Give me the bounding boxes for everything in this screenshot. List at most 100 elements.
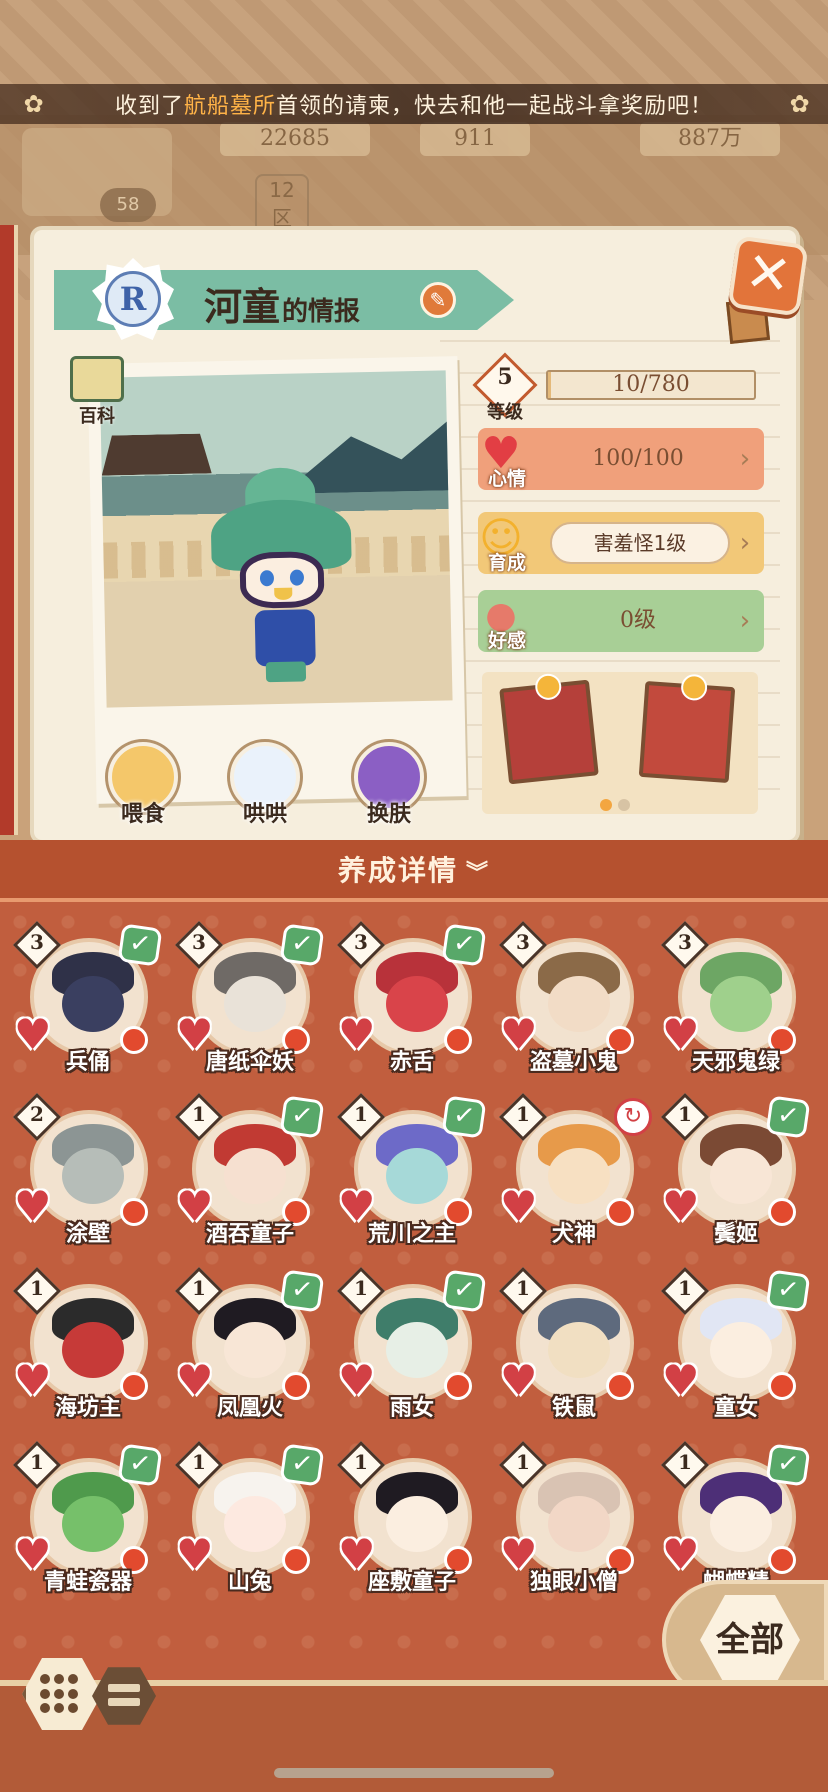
invite-notice-banner[interactable]: ✿ 收到了 航船墓所 首领的请柬，快去和他一起战斗拿奖励吧！ ✿	[0, 84, 828, 124]
check-icon: ✓	[279, 1269, 325, 1313]
gift-frame-flower[interactable]	[638, 673, 736, 784]
feed-label: 喂食	[120, 801, 165, 827]
nurture-value: 害羞怪1级	[550, 522, 730, 564]
shikigami-name: 天邪鬼绿	[691, 1049, 780, 1075]
shikigami-card[interactable]: 1 座敷童子	[336, 1440, 486, 1600]
page-dot	[618, 799, 630, 811]
level-value: 5	[497, 364, 513, 390]
shikigami-card[interactable]: 1 ✓ 荒川之主	[336, 1092, 487, 1252]
home-indicator[interactable]	[274, 1768, 554, 1778]
skin-button[interactable]: 换肤	[346, 742, 432, 828]
grid-view-icon	[40, 1674, 84, 1714]
shikigami-card[interactable]: 1 ✓ 酒吞童子	[174, 1092, 325, 1252]
smiley-pin-icon	[533, 672, 563, 702]
gift-carousel[interactable]	[482, 672, 758, 814]
shikigami-card[interactable]: 1✓蝴蝶精	[660, 1440, 811, 1600]
shikigami-card[interactable]: 3 天邪鬼绿	[660, 920, 810, 1080]
book-icon	[70, 356, 124, 402]
nurture-detail-label: 养成详情	[337, 854, 458, 887]
background-resource-strip: 22685 911 887万	[20, 122, 820, 156]
check-icon: ✓	[279, 1443, 325, 1487]
shikigami-level: 1	[192, 1450, 206, 1474]
shikigami-level: 2	[30, 1102, 44, 1126]
shikigami-card[interactable]: 1 ✓ 雨女	[336, 1266, 487, 1426]
shikigami-card[interactable]: 2 涂壁	[12, 1092, 162, 1252]
chevron-right-icon: ›	[739, 606, 751, 636]
shikigami-card[interactable]: 1 ✓ 山兔	[174, 1440, 325, 1600]
shikigami-card[interactable]: 3 盗墓小鬼	[498, 920, 648, 1080]
portrait-face	[386, 1496, 448, 1552]
background-resource-2: 911	[420, 122, 530, 156]
shikigami-level: 1	[678, 1276, 692, 1300]
mood-row[interactable]: ♥ 心情 100/100 ›	[478, 428, 764, 490]
encyclopedia-label: 百科	[79, 406, 115, 427]
shikigami-level: 3	[354, 930, 368, 954]
shikigami-name: 童女	[713, 1395, 758, 1421]
background-zone-badge: 12 区	[255, 174, 309, 238]
shikigami-card[interactable]: 3 ✓ 赤舌	[336, 920, 487, 1080]
background-zone-suffix: 区	[272, 206, 292, 230]
shikigami-card[interactable]: 1 海坊主	[12, 1266, 162, 1426]
shikigami-name: 兵俑	[65, 1049, 110, 1075]
shikigami-card[interactable]: 1 独眼小僧	[498, 1440, 648, 1600]
shikigami-name: 酒吞童子	[205, 1221, 294, 1247]
nurture-detail-bar[interactable]: 养成详情 ︾	[0, 840, 828, 902]
gift-frame-bouquet[interactable]	[499, 672, 599, 785]
affinity-row[interactable]: ● 好感 0级 ›	[478, 590, 764, 652]
chevron-right-icon: ›	[739, 528, 751, 558]
rename-button[interactable]: ✎	[420, 282, 456, 318]
shikigami-level: 1	[678, 1450, 692, 1474]
encyclopedia-button[interactable]: 百科	[66, 356, 128, 427]
shikigami-card[interactable]: 1 铁鼠	[498, 1266, 648, 1426]
background-zone-number: 12	[269, 178, 295, 202]
coax-label: 哄哄	[242, 801, 287, 827]
portrait-face	[386, 1322, 448, 1378]
check-icon: ✓	[279, 1095, 325, 1139]
shikigami-name: 独眼小僧	[529, 1569, 618, 1595]
shikigami-level: 3	[30, 930, 44, 954]
shikigami-grid: 3✓兵俑3✓唐纸伞妖3✓赤舌3盗墓小鬼3天邪鬼绿2涂壁1✓酒吞童子1✓荒川之主1…	[0, 920, 828, 1620]
exp-progress-bar: 10/780	[546, 370, 756, 400]
shikigami-card[interactable]: 1 ✓ 青蛙瓷器	[12, 1440, 163, 1600]
list-view-icon	[108, 1684, 140, 1708]
page-dot-active	[600, 799, 612, 811]
portrait-face	[224, 1496, 286, 1552]
shikigami-card[interactable]: 3 ✓ 兵俑	[12, 920, 163, 1080]
portrait-face	[62, 976, 124, 1032]
notice-prefix: 收到了	[114, 94, 184, 119]
shikigami-level: 1	[678, 1102, 692, 1126]
mood-label: 心情	[487, 468, 526, 490]
shikigami-level: 1	[30, 1450, 44, 1474]
check-icon: ✓	[441, 1095, 487, 1139]
smiley-pin-icon	[680, 673, 709, 702]
notice-highlight: 航船墓所	[183, 94, 276, 119]
nurture-row[interactable]: ☺ 育成 害羞怪1级 ›	[478, 512, 764, 574]
close-icon: ✕	[741, 239, 796, 308]
shikigami-card[interactable]: 3 ✓ 唐纸伞妖	[174, 920, 325, 1080]
affinity-label: 好感	[487, 630, 526, 652]
shikigami-name: 涂壁	[65, 1221, 110, 1247]
shikigami-card[interactable]: 1 ↻ 犬神	[498, 1092, 652, 1252]
shikigami-card[interactable]: 1 ✓ 凤凰火	[174, 1266, 325, 1426]
close-button[interactable]: ✕	[727, 235, 809, 317]
character-face	[239, 551, 325, 609]
portrait-face	[224, 976, 286, 1032]
shikigami-name: 河童	[204, 284, 281, 329]
kappa-character[interactable]	[200, 458, 365, 691]
coax-button[interactable]: 哄哄	[222, 742, 308, 828]
shikigami-card[interactable]: 1 ✓ 鬓姬	[660, 1092, 811, 1252]
background-resource-3: 887万	[640, 122, 780, 156]
check-icon: ✓	[117, 1443, 163, 1487]
feed-button[interactable]: 喂食	[100, 742, 186, 828]
level-label: 等级	[487, 402, 523, 423]
chevron-right-icon: ›	[739, 444, 751, 474]
refresh-icon: ↻	[614, 1098, 652, 1136]
shikigami-card[interactable]: 1 ✓ 童女	[660, 1266, 811, 1426]
shikigami-name: 犬神	[551, 1221, 596, 1247]
portrait-face	[62, 1496, 124, 1552]
shikigami-name: 座敷童子	[367, 1569, 456, 1595]
shikigami-level: 1	[516, 1102, 530, 1126]
nurture-detail-toggle[interactable]: 养成详情 ︾	[0, 840, 828, 904]
portrait-face	[386, 976, 448, 1032]
affinity-value: 0级	[620, 608, 656, 633]
